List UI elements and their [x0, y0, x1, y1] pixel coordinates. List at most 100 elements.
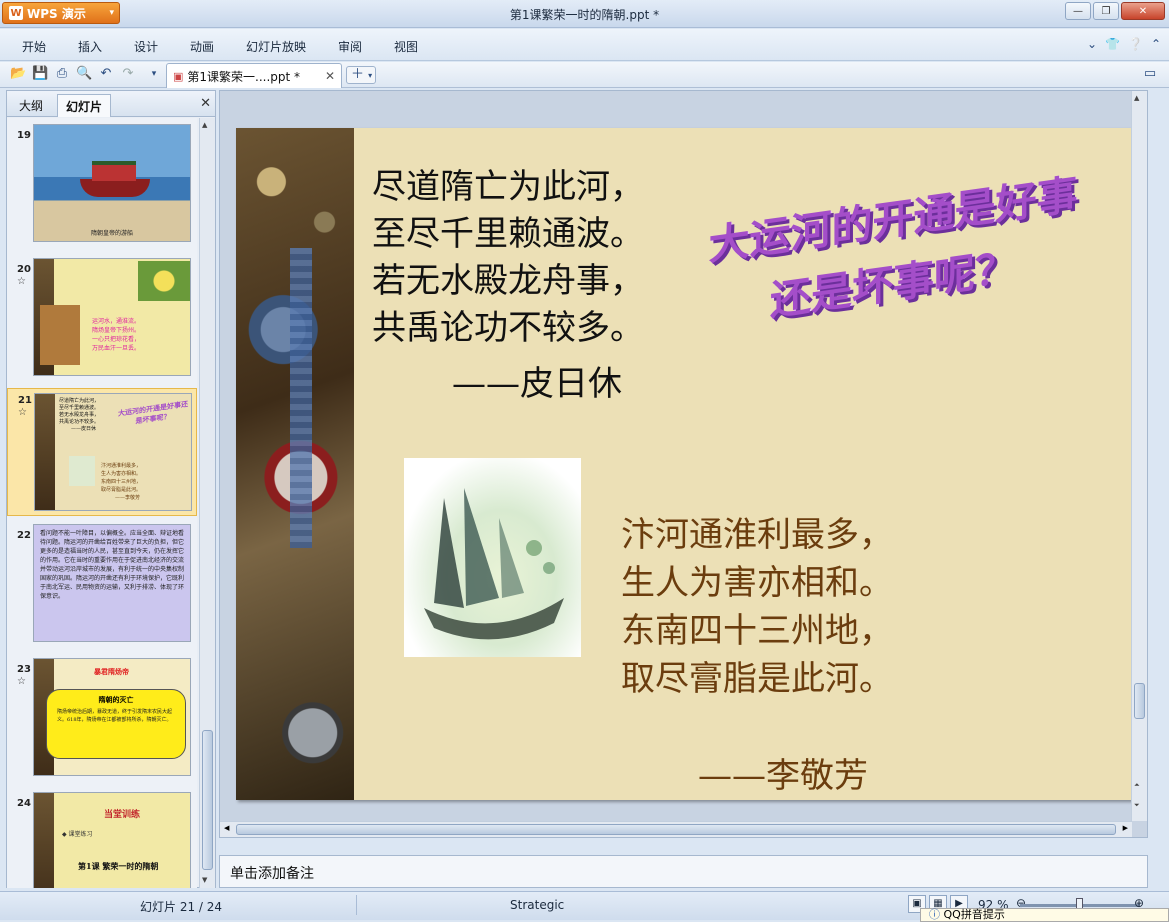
poem-pi-rixiu[interactable]: 尽道隋亡为此河， 至尽千里赖通波。 若无水殿龙舟事， 共禹论功不较多。 — [372, 164, 644, 352]
ribbon-menu-bar: 开始 插入 设计 动画 幻灯片放映 审阅 视图 ⌄ 👕 ❔ ⌃ — [0, 29, 1169, 61]
slide-thumbnail[interactable]: 23 ☆ 暴君隋炀帝 隋朝的灭亡 隋炀帝统治后期，暴政无道，终于引发隋末农民大起… — [7, 658, 197, 780]
ime-tooltip-text: QQ拼音提示 — [943, 908, 1005, 921]
scrollbar-thumb[interactable] — [236, 824, 1116, 835]
poem-line: 汴河通淮利最多， — [621, 515, 893, 555]
animation-star-icon: ☆ — [18, 407, 27, 418]
slides-panel: 大纲 幻灯片 ✕ 19 隋朝皇帝的游船 20 ☆ 运河水，通淮流。 隋炀皇帝下扬… — [6, 90, 216, 888]
toolbar-customize-icon[interactable]: ▾ — [146, 66, 162, 82]
notes-field[interactable]: 单击添加备注 — [219, 855, 1148, 888]
ribbon-collapse-icon[interactable]: ⌃ — [1151, 37, 1161, 51]
slide-preview: 运河水，通淮流。 隋炀皇帝下扬州。 一心只把琼花看， 万民血汗一旦丢。 — [33, 258, 191, 376]
scroll-up-arrow-icon[interactable]: ▲ — [202, 121, 207, 129]
slide-thumbnail[interactable]: 22 看问题不能一叶障目，以偏概全。应当全面、辩证地看待问题。隋运河的开凿给百姓… — [7, 524, 197, 646]
page-down-icon[interactable]: ⏷ — [1134, 801, 1140, 810]
boat-painting-image[interactable] — [404, 458, 581, 657]
scroll-down-arrow-icon[interactable]: ▼ — [202, 876, 207, 884]
redo-icon[interactable]: ↷ — [120, 66, 136, 82]
editor-vertical-scrollbar[interactable]: ▲ ⏶ ⏷ — [1131, 91, 1147, 821]
scrollbar-thumb[interactable] — [202, 730, 213, 870]
sailboat-sketch-icon — [424, 488, 564, 640]
new-tab-button[interactable]: ＋ ▾ — [346, 66, 376, 84]
close-button[interactable]: ✕ — [1121, 2, 1165, 20]
slide-preview: 看问题不能一叶障目，以偏概全。应当全面、辩证地看待问题。隋运河的开凿给百姓带来了… — [33, 524, 191, 642]
poem-author[interactable]: ——皮日休 — [452, 356, 622, 405]
menu-slideshow[interactable]: 幻灯片放映 — [246, 38, 306, 55]
thumbnail-bullet: ◆ 课堂练习 — [62, 831, 93, 838]
menu-insert[interactable]: 插入 — [78, 38, 102, 55]
thumbnail-poem: 运河水，通淮流。 隋炀皇帝下扬州。 一心只把琼花看， 万民血汗一旦丢。 — [92, 317, 140, 353]
medal-collage-image — [236, 128, 354, 800]
close-tab-icon[interactable]: ✕ — [325, 69, 335, 83]
document-tab[interactable]: ▣ 第1课繁荣一....ppt * ✕ — [166, 63, 342, 88]
poem-line: 汴河通淮利最多， — [101, 463, 142, 469]
open-folder-icon[interactable]: 📂 — [10, 66, 26, 82]
window-title: 第1课繁荣一时的隋朝.ppt * — [509, 8, 660, 22]
poem-line: 共禹论功不较多。 — [59, 419, 100, 425]
close-panel-icon[interactable]: ✕ — [200, 96, 211, 111]
bubble-title: 隋朝的灭亡 — [98, 695, 134, 704]
poem-line: 取尽膏脂是此河。 — [101, 487, 142, 493]
scrollbar-thumb[interactable] — [1134, 683, 1145, 719]
slide-thumbnail-selected[interactable]: 21 ☆ 尽道隋亡为此河， 至尽千里赖通波。 若无水殿龙舟事， 共禹论功不较多。… — [7, 388, 197, 516]
slide-thumbnail[interactable]: 19 隋朝皇帝的游船 — [7, 124, 197, 246]
layout-toggle-icon[interactable]: ▭ — [1142, 66, 1158, 82]
editor-horizontal-scrollbar[interactable]: ◀ ▶ — [220, 821, 1132, 837]
poem-line: 共禹论功不较多。 — [372, 308, 644, 348]
slide-thumbnail[interactable]: 20 ☆ 运河水，通淮流。 隋炀皇帝下扬州。 一心只把琼花看， 万民血汗一旦丢。 — [7, 258, 197, 380]
slide-counter: 幻灯片 21 / 24 — [140, 900, 223, 914]
menu-view[interactable]: 视图 — [394, 38, 418, 55]
chevron-down-icon[interactable]: ⌄ — [1087, 37, 1097, 51]
tab-slides[interactable]: 幻灯片 — [57, 94, 112, 117]
panel-tabs: 大纲 幻灯片 ✕ — [7, 91, 215, 117]
help-icon[interactable]: ❔ — [1128, 37, 1143, 51]
poem-line: 万民血汗一旦丢。 — [92, 345, 141, 352]
slide-number: 22 — [17, 530, 31, 541]
thumbnail-title: 当堂训练 — [104, 810, 141, 820]
thumbnail-poem: 尽道隋亡为此河， 至尽千里赖通波。 若无水殿龙舟事， 共禹论功不较多。 ——皮日… — [59, 398, 99, 433]
menu-review[interactable]: 审阅 — [338, 38, 362, 55]
poem-li-jingfang[interactable]: 汴河通淮利最多， 生人为害亦相和。 东南四十三州地， 取尽膏脂是此河。 — [621, 511, 893, 703]
print-icon[interactable]: ⎙ — [54, 66, 70, 82]
status-divider — [356, 895, 357, 915]
wordart-question[interactable]: 大运河的开通是好事 还是坏事呢？ — [698, 161, 1088, 344]
minimize-button[interactable]: — — [1065, 2, 1091, 20]
slide-preview: 尽道隋亡为此河， 至尽千里赖通波。 若无水殿龙舟事， 共禹论功不较多。 ——皮日… — [34, 393, 192, 511]
menu-animation[interactable]: 动画 — [190, 38, 214, 55]
poem-line: 若无水殿龙舟事， — [59, 412, 100, 418]
thumbnail-body-text: 看问题不能一叶障目，以偏概全。应当全面、辩证地看待问题。隋运河的开凿给百姓带来了… — [40, 530, 185, 600]
thumbnail-wordart: 大运河的开通是好事还是坏事呢？ — [118, 399, 188, 426]
maximize-button[interactable]: ❐ — [1093, 2, 1119, 20]
callout-bubble: 隋朝的灭亡 隋炀帝统治后期，暴政无道，终于引发隋末农民大起义。618年，隋炀帝在… — [46, 689, 186, 759]
emperor-portrait-image — [40, 305, 80, 365]
slide-preview: 隋朝皇帝的游船 — [33, 124, 191, 242]
document-tab-label: 第1课繁荣一....ppt * — [187, 69, 301, 84]
poem-line: ——李敬芳 — [115, 495, 141, 501]
poem-author[interactable]: ——李敬芳 — [698, 748, 868, 797]
scroll-up-arrow-icon[interactable]: ▲ — [1134, 94, 1139, 102]
menu-design[interactable]: 设计 — [134, 38, 158, 55]
slide-thumbnail[interactable]: 24 当堂训练 ◆ 课堂练习 第1课 繁荣一时的隋朝 — [7, 792, 197, 888]
poem-line: 运河水，通淮流。 — [92, 318, 141, 325]
boat-painting-image — [69, 456, 95, 486]
poem-line: 尽道隋亡为此河， — [59, 398, 100, 404]
scroll-left-arrow-icon[interactable]: ◀ — [224, 824, 229, 832]
undo-icon[interactable]: ↶ — [98, 66, 114, 82]
tab-outline[interactable]: 大纲 — [11, 94, 51, 117]
ppt-file-icon: ▣ — [173, 69, 184, 83]
slide-number: 23 — [17, 664, 31, 675]
current-slide[interactable]: 尽道隋亡为此河， 至尽千里赖通波。 若无水殿龙舟事， 共禹论功不较多。 ——皮日… — [236, 128, 1132, 800]
poem-line: ——皮日休 — [71, 426, 97, 432]
animation-star-icon: ☆ — [17, 676, 26, 687]
save-icon[interactable]: 💾 — [32, 66, 48, 82]
slide-number: 20 — [17, 264, 31, 275]
page-up-icon[interactable]: ⏶ — [1134, 781, 1140, 790]
thumbnail-footer: 第1课 繁荣一时的隋朝 — [78, 861, 159, 871]
boat-pavilion-shape — [92, 161, 136, 181]
poem-line: 生人为害亦相和。 — [101, 471, 142, 477]
thumbnail-scrollbar[interactable]: ▲ ▼ — [199, 118, 215, 888]
scroll-right-arrow-icon[interactable]: ▶ — [1123, 824, 1128, 832]
skin-shirt-icon[interactable]: 👕 — [1105, 37, 1120, 51]
menu-home[interactable]: 开始 — [22, 38, 46, 55]
print-preview-icon[interactable]: 🔍 — [76, 66, 92, 82]
theme-name: Strategic — [510, 898, 565, 912]
